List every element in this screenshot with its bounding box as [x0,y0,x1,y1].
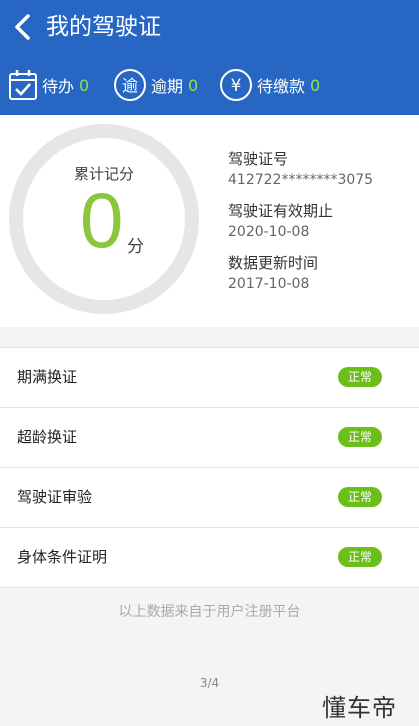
overdue-icon: 逾 [114,69,146,101]
watermark: 懂车帝 [322,694,397,722]
license-summary: 累计记分 0 分 驾驶证号 412722********3075 驾驶证有效期止… [0,115,419,327]
updated-label: 数据更新时间 [228,254,319,272]
status-badge: 正常 [338,367,382,387]
status-list: 期满换证 正常 超龄换证 正常 驾驶证审验 正常 身体条件证明 正常 [0,347,419,588]
expiry-date: 2020-10-08 [228,224,310,240]
stat-todo-count: 0 [79,75,90,95]
stat-payment-label: 待缴款 [257,77,306,96]
data-source-note: 以上数据来自于用户注册平台 [118,604,301,620]
stat-pending-payment[interactable]: ¥ 待缴款 0 [219,66,320,104]
app-header: 我的驾驶证 待办 0 逾 逾期 0 ¥ 待缴款 0 [0,0,419,115]
updated-date: 2017-10-08 [228,276,310,292]
expiry-label: 驾驶证有效期止 [228,202,334,220]
stat-overdue[interactable]: 逾 逾期 0 [113,66,198,104]
license-number-label: 驾驶证号 [228,150,289,168]
list-item[interactable]: 超龄换证 正常 [0,407,419,467]
calendar-icon [9,70,37,100]
yuan-icon: ¥ [220,69,252,101]
stat-todo-label: 待办 [42,77,75,96]
points-value: 0 [80,176,124,264]
item-label: 超龄换证 [17,428,78,446]
points-unit: 分 [127,237,144,257]
list-item[interactable]: 驾驶证审验 正常 [0,467,419,527]
status-badge: 正常 [338,487,382,507]
svg-text:¥: ¥ [231,76,242,96]
list-item[interactable]: 期满换证 正常 [0,347,419,407]
item-label: 驾驶证审验 [17,488,93,506]
stat-todo[interactable]: 待办 0 [8,66,89,104]
status-badge: 正常 [338,547,382,567]
status-badge: 正常 [338,427,382,447]
page-title: 我的驾驶证 [46,14,161,40]
item-label: 期满换证 [17,368,78,386]
stat-overdue-count: 0 [188,75,199,95]
back-icon[interactable] [10,12,36,42]
item-label: 身体条件证明 [17,548,108,566]
stat-overdue-label: 逾期 [151,77,184,96]
stat-payment-count: 0 [310,75,321,95]
svg-text:逾: 逾 [122,76,138,95]
license-number: 412722********3075 [228,172,374,188]
list-item[interactable]: 身体条件证明 正常 [0,527,419,588]
